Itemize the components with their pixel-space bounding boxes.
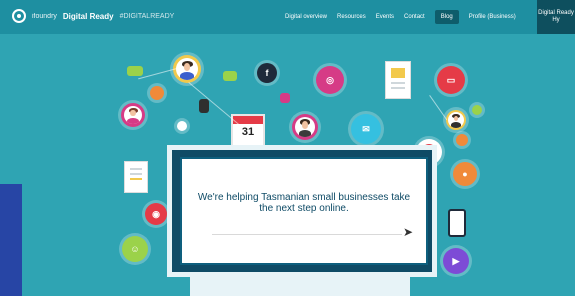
mobile-icon	[448, 209, 466, 237]
nav-item-contact[interactable]: Contact	[404, 14, 425, 20]
top-navbar: ifoundry Digital Ready #DIGITALREADY Dig…	[0, 0, 575, 34]
chat-icon	[127, 66, 143, 76]
heart-icon	[280, 93, 290, 103]
brand[interactable]: ifoundry Digital Ready #DIGITALREADY	[12, 9, 174, 23]
digital-ready-cta-button[interactable]: Digital Ready Hy	[537, 0, 575, 34]
monitor-screen: We're helping Tasmanian small businesses…	[180, 157, 428, 265]
brand-logo-icon	[12, 9, 26, 23]
dot-icon	[472, 105, 482, 115]
nav-item-blog[interactable]: Blog	[434, 10, 459, 24]
facebook-icon: f	[257, 63, 277, 83]
submit-arrow-icon[interactable]: ➤	[403, 225, 413, 239]
brand-subtitle: #DIGITALREADY	[119, 12, 175, 20]
user-avatar-icon	[173, 55, 201, 83]
user-avatar-icon	[121, 103, 145, 127]
phone-icon	[199, 99, 209, 113]
video-icon: ▶	[443, 248, 469, 274]
calendar-day: 31	[241, 126, 255, 138]
document-icon	[124, 161, 148, 193]
search-input-underline[interactable]	[212, 234, 402, 235]
brand-title: Digital Ready	[62, 11, 114, 21]
nav-item-digital-overview[interactable]: Digital overview	[285, 14, 327, 20]
monitor-base	[190, 277, 410, 296]
chat-icon	[223, 71, 237, 81]
calendar-icon: 31	[231, 114, 265, 148]
notification-icon	[456, 134, 468, 146]
nav-item-profile[interactable]: Profile (Business)	[469, 14, 516, 20]
youtube-icon: ▭	[437, 66, 465, 94]
monitor: We're helping Tasmanian small businesses…	[167, 145, 437, 277]
instagram-icon: ◎	[316, 66, 344, 94]
primary-nav: Digital overview Resources Events Contac…	[285, 10, 516, 24]
user-avatar-icon	[292, 114, 318, 140]
envelope-icon	[177, 121, 187, 131]
hero-headline: We're helping Tasmanian small businesses…	[197, 192, 411, 214]
email-icon: ✉	[351, 114, 381, 144]
nav-item-events[interactable]: Events	[376, 14, 394, 20]
smile-icon: ☺	[122, 236, 148, 262]
brand-small: ifoundry	[32, 12, 57, 20]
left-accent-bar	[0, 184, 22, 296]
user-avatar-icon	[446, 110, 466, 130]
nav-item-resources[interactable]: Resources	[337, 14, 366, 20]
notification-icon	[150, 86, 164, 100]
page: ifoundry Digital Ready #DIGITALREADY Dig…	[0, 0, 575, 296]
settings-icon: ●	[453, 162, 477, 186]
target-icon: ◉	[145, 203, 167, 225]
tablet-icon	[385, 61, 411, 99]
